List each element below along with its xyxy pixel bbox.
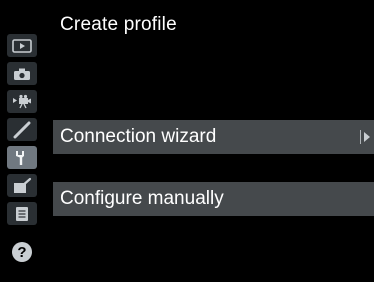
- tab-custom-settings[interactable]: [7, 118, 37, 141]
- menu-item-configure-manually[interactable]: Configure manually: [53, 182, 374, 216]
- camera-icon: [14, 68, 30, 80]
- my-menu-icon: [16, 206, 28, 221]
- wrench-icon: [16, 150, 24, 165]
- tab-my-menu[interactable]: [7, 202, 37, 225]
- tab-playback[interactable]: [7, 34, 37, 57]
- tab-shooting[interactable]: [7, 62, 37, 85]
- playback-icon: [12, 38, 32, 53]
- tab-setup[interactable]: [7, 146, 37, 169]
- menu-item-label: Configure manually: [60, 188, 224, 209]
- pencil-icon: [13, 121, 31, 138]
- tab-movie[interactable]: [7, 90, 37, 113]
- help-icon: ?: [12, 241, 32, 262]
- submenu-arrow-icon: [360, 130, 370, 144]
- menu-tab-sidebar: ?: [0, 0, 44, 282]
- menu-item-connection-wizard[interactable]: Connection wizard: [53, 120, 374, 154]
- retouch-icon: [14, 177, 32, 193]
- menu-item-label: Connection wizard: [60, 126, 217, 147]
- movie-icon: [13, 94, 31, 108]
- tab-help[interactable]: ?: [7, 240, 37, 263]
- help-icon-glyph: ?: [17, 244, 26, 261]
- page-title: Create profile: [60, 14, 177, 35]
- chevron-right-icon: [364, 132, 370, 142]
- tab-retouch[interactable]: [7, 174, 37, 197]
